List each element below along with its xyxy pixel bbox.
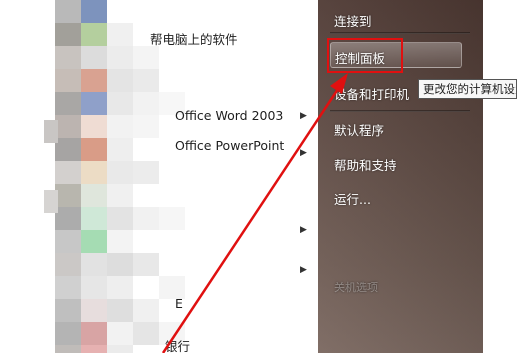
arrow-head [330, 73, 348, 94]
arrow-shaft [161, 85, 342, 353]
red-annotation-arrow-icon [161, 73, 348, 353]
screenshot-canvas: 帮电脑上的软件 Office Word 2003 ▶ Office PowerP… [0, 0, 517, 353]
